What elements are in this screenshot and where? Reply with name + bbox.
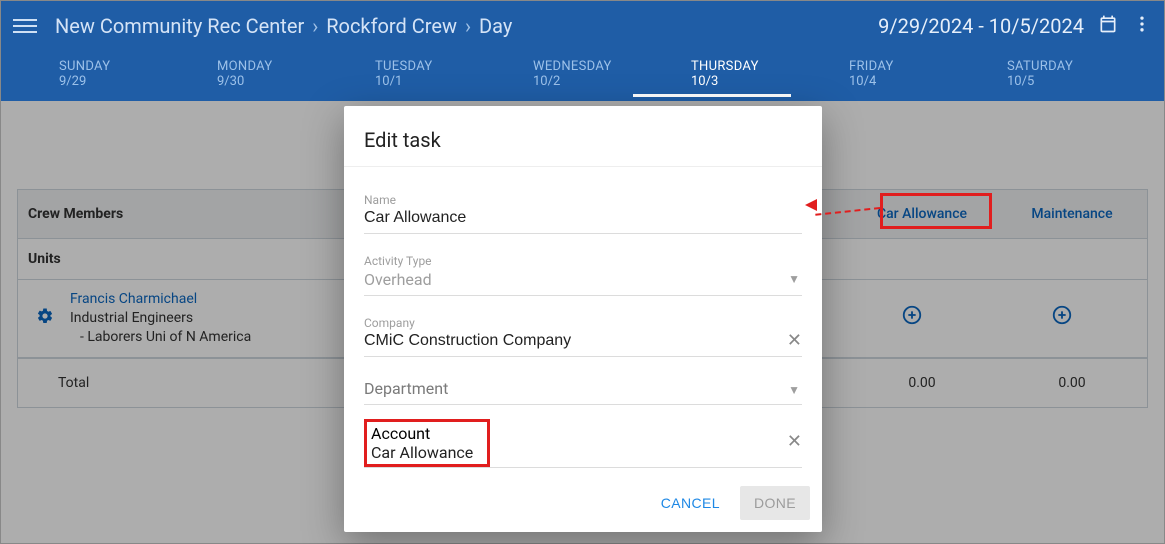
account-label: Account <box>371 424 481 443</box>
cancel-button[interactable]: CANCEL <box>647 486 734 520</box>
company-label: Company <box>364 316 802 330</box>
chevron-right-icon: › <box>312 14 318 38</box>
dialog-title: Edit task <box>344 106 822 166</box>
activity-value: Overhead <box>364 268 802 295</box>
dialog-actions: CANCEL DONE <box>344 476 822 532</box>
edit-task-dialog: Edit task Name Activity Type Overhead ▼ … <box>344 106 822 532</box>
account-value: Car Allowance <box>371 443 481 462</box>
calendar-icon[interactable] <box>1098 14 1118 39</box>
chevron-right-icon: › <box>465 14 471 38</box>
close-icon[interactable]: ✕ <box>787 431 802 452</box>
close-icon[interactable]: ✕ <box>787 330 802 351</box>
company-input[interactable] <box>364 330 802 356</box>
more-vert-icon[interactable] <box>1132 14 1152 39</box>
activity-type-field[interactable]: Activity Type Overhead ▼ <box>364 254 802 296</box>
account-field[interactable]: Account Car Allowance ✕ <box>364 419 802 468</box>
done-button[interactable]: DONE <box>740 486 810 520</box>
chevron-down-icon: ▼ <box>788 383 800 397</box>
name-label: Name <box>364 193 802 207</box>
date-range-text: 9/29/2024 - 10/5/2024 <box>878 14 1084 38</box>
breadcrumb-crew[interactable]: Rockford Crew <box>326 14 457 38</box>
department-placeholder: Department <box>364 377 802 404</box>
day-tab-wed[interactable]: WEDNESDAY10/2 <box>475 59 633 89</box>
day-tab-tue[interactable]: TUESDAY10/1 <box>317 59 475 89</box>
breadcrumb-view[interactable]: Day <box>479 14 512 38</box>
chevron-down-icon: ▼ <box>788 272 800 286</box>
annotation-account-box: Account Car Allowance <box>364 419 490 467</box>
breadcrumb: New Community Rec Center › Rockford Crew… <box>55 14 878 38</box>
day-tab-fri[interactable]: FRIDAY10/4 <box>791 59 949 89</box>
day-tab-mon[interactable]: MONDAY9/30 <box>159 59 317 89</box>
day-tab-sat[interactable]: SATURDAY10/5 <box>949 59 1107 89</box>
breadcrumb-project[interactable]: New Community Rec Center <box>55 14 304 38</box>
activity-label: Activity Type <box>364 254 802 268</box>
menu-icon[interactable] <box>13 19 37 33</box>
company-field[interactable]: Company ✕ <box>364 316 802 357</box>
date-range: 9/29/2024 - 10/5/2024 <box>878 14 1152 39</box>
day-tabs: SUNDAY9/29 MONDAY9/30 TUESDAY10/1 WEDNES… <box>1 51 1164 101</box>
name-input[interactable] <box>364 207 802 233</box>
name-field[interactable]: Name <box>364 193 802 234</box>
app-bar: New Community Rec Center › Rockford Crew… <box>1 1 1164 51</box>
day-tab-thu[interactable]: THURSDAY10/3 <box>633 59 791 89</box>
day-tab-sun[interactable]: SUNDAY9/29 <box>1 59 159 89</box>
department-field[interactable]: Department ▼ <box>364 377 802 405</box>
